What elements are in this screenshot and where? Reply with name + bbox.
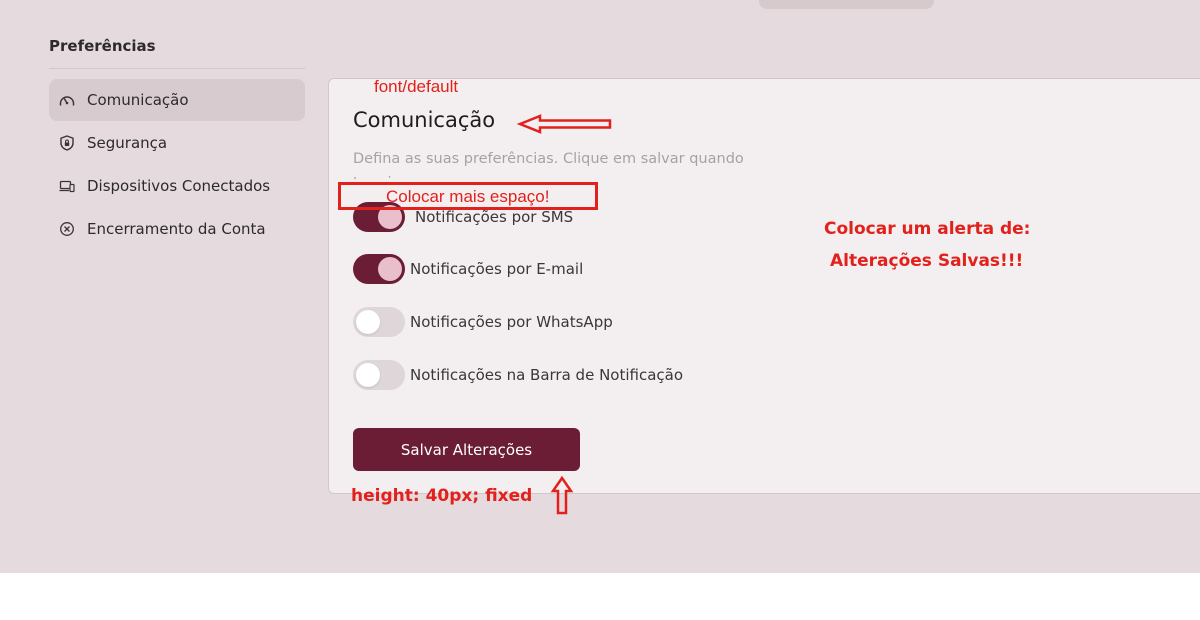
toggle-label: Notificações por SMS (415, 208, 574, 226)
sidebar-item-seguranca[interactable]: Segurança (49, 122, 305, 164)
sidebar-item-comunicacao[interactable]: Comunicação (49, 79, 305, 121)
toggle-label: Notificações por WhatsApp (410, 313, 613, 331)
left-arrow-annotation (516, 114, 612, 134)
toggle-row-email: Notificações por E-mail (353, 254, 583, 284)
toggle-knob (356, 310, 380, 334)
toggle-label: Notificações na Barra de Notificação (410, 366, 684, 384)
whatsapp-toggle[interactable] (353, 307, 405, 337)
sidebar-item-label: Segurança (87, 134, 168, 152)
close-circle-icon (59, 221, 75, 237)
notification-bar-toggle[interactable] (353, 360, 405, 390)
sidebar-item-label: Encerramento da Conta (87, 220, 266, 238)
top-bar-fragment (759, 0, 934, 9)
sidebar-item-dispositivos[interactable]: Dispositivos Conectados (49, 165, 305, 207)
sidebar-item-encerramento[interactable]: Encerramento da Conta (49, 208, 305, 250)
sidebar-title: Preferências (49, 37, 156, 55)
page-description: Defina as suas preferências. Clique em s… (353, 151, 744, 179)
page-title: Comunicação (353, 108, 496, 132)
toggle-knob (356, 363, 380, 387)
sidebar-item-label: Comunicação (87, 91, 189, 109)
sidebar-item-label: Dispositivos Conectados (87, 177, 271, 195)
sidebar-divider (49, 68, 305, 69)
annotation-font-note: font/default (374, 77, 459, 96)
gauge-icon (59, 92, 75, 108)
toggle-knob (378, 257, 402, 281)
toggle-row-whatsapp: Notificações por WhatsApp (353, 307, 613, 337)
email-toggle[interactable] (353, 254, 405, 284)
devices-icon (59, 178, 75, 194)
annotation-alert-line2: Alterações Salvas!!! (830, 251, 1024, 271)
annotation-alert-line1: Colocar um alerta de: (824, 219, 1031, 239)
toggle-label: Notificações por E-mail (410, 260, 584, 278)
shield-lock-icon (59, 135, 75, 151)
save-button[interactable]: Salvar Alterações (353, 428, 580, 471)
toggle-row-notification-bar: Notificações na Barra de Notificação (353, 360, 683, 390)
annotation-space-note: Colocar mais espaço! (386, 187, 550, 206)
up-arrow-annotation (550, 475, 574, 515)
annotation-height-note: height: 40px; fixed (351, 486, 533, 506)
